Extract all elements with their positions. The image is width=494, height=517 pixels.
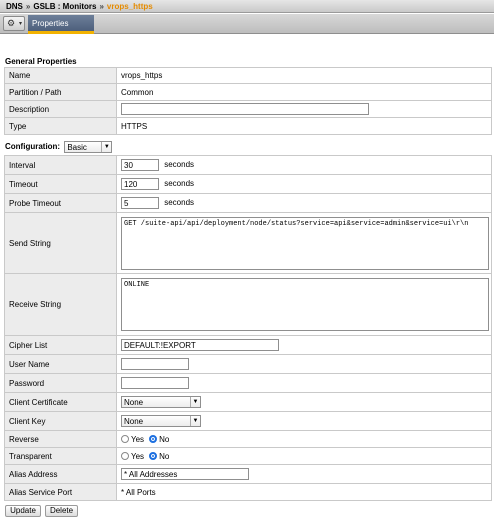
- update-button[interactable]: Update: [5, 505, 41, 517]
- timeout-label: Timeout: [4, 174, 117, 194]
- partition-value: Common: [116, 83, 492, 101]
- probe-timeout-unit: seconds: [164, 198, 195, 208]
- delete-button[interactable]: Delete: [45, 505, 78, 517]
- table-row: Client Certificate None ▼: [4, 392, 492, 412]
- alias-service-port-value: * All Ports: [116, 483, 492, 501]
- transparent-yes-radio[interactable]: [121, 452, 129, 461]
- configuration-table: Interval seconds Timeout seconds Probe T…: [4, 155, 492, 501]
- description-label: Description: [4, 100, 117, 118]
- tab-properties[interactable]: Properties: [28, 15, 94, 34]
- interval-unit: seconds: [164, 160, 195, 170]
- general-properties-table: Name vrops_https Partition / Path Common…: [4, 67, 492, 135]
- breadcrumb-gslb-monitors[interactable]: GSLB : Monitors: [33, 2, 96, 11]
- send-string-label: Send String: [4, 212, 117, 274]
- receive-string-textarea[interactable]: [121, 278, 489, 331]
- reverse-no-label: No: [159, 434, 170, 444]
- interval-label: Interval: [4, 155, 117, 175]
- transparent-no-radio[interactable]: [149, 452, 158, 461]
- tab-strip: ⚙ ▾ Properties: [0, 14, 494, 34]
- table-row: Client Key None ▼: [4, 411, 492, 431]
- reverse-yes-label: Yes: [131, 434, 145, 444]
- client-key-select[interactable]: None ▼: [121, 415, 201, 427]
- table-row: Probe Timeout seconds: [4, 193, 492, 213]
- chevron-down-icon: ▾: [18, 21, 22, 27]
- transparent-yes-label: Yes: [131, 451, 145, 461]
- user-name-input[interactable]: [121, 358, 189, 370]
- breadcrumb-dns[interactable]: DNS: [6, 2, 23, 11]
- cipher-list-label: Cipher List: [4, 335, 117, 355]
- reverse-no-radio[interactable]: [149, 435, 158, 444]
- name-value: vrops_https: [116, 67, 492, 84]
- gear-menu-button[interactable]: ⚙ ▾: [3, 16, 25, 31]
- chevron-down-icon: ▼: [190, 416, 200, 426]
- reverse-yes-radio[interactable]: [121, 435, 129, 444]
- table-row: Password: [4, 373, 492, 393]
- type-value: HTTPS: [116, 117, 492, 135]
- gear-icon: ⚙: [7, 18, 16, 28]
- table-row: Timeout seconds: [4, 174, 492, 194]
- table-row: Description: [4, 100, 492, 118]
- alias-service-port-label: Alias Service Port: [4, 483, 117, 501]
- table-row: Cipher List: [4, 335, 492, 355]
- probe-timeout-input[interactable]: [121, 197, 159, 209]
- configuration-row: Configuration: Basic ▼: [5, 141, 113, 153]
- general-properties-heading: General Properties: [5, 57, 77, 66]
- transparent-label: Transparent: [4, 447, 117, 465]
- breadcrumb-current: vrops_https: [106, 2, 153, 11]
- alias-address-input[interactable]: [121, 468, 249, 480]
- table-row: Receive String: [4, 273, 492, 336]
- interval-input[interactable]: [121, 159, 159, 171]
- type-label: Type: [4, 117, 117, 135]
- table-row: Reverse Yes No: [4, 430, 492, 448]
- table-row: Send String: [4, 212, 492, 274]
- table-row: Transparent Yes No: [4, 447, 492, 465]
- client-certificate-label: Client Certificate: [4, 392, 117, 412]
- chevron-down-icon: ▼: [101, 142, 111, 152]
- receive-string-label: Receive String: [4, 273, 117, 336]
- partition-label: Partition / Path: [4, 83, 117, 101]
- description-input[interactable]: [121, 103, 369, 115]
- table-row: Alias Service Port * All Ports: [4, 483, 492, 501]
- name-label: Name: [4, 67, 117, 84]
- user-name-label: User Name: [4, 354, 117, 374]
- client-certificate-value: None: [124, 398, 144, 407]
- breadcrumb-separator-icon: »: [99, 2, 104, 11]
- timeout-unit: seconds: [164, 179, 195, 189]
- password-label: Password: [4, 373, 117, 393]
- reverse-label: Reverse: [4, 430, 117, 448]
- client-key-value: None: [124, 417, 144, 426]
- configuration-mode-value: Basic: [67, 143, 87, 152]
- table-row: Name vrops_https: [4, 67, 492, 84]
- transparent-no-label: No: [159, 451, 170, 461]
- table-row: User Name: [4, 354, 492, 374]
- table-row: Type HTTPS: [4, 117, 492, 135]
- table-row: Interval seconds: [4, 155, 492, 175]
- probe-timeout-label: Probe Timeout: [4, 193, 117, 213]
- cipher-list-input[interactable]: [121, 339, 279, 351]
- alias-address-label: Alias Address: [4, 464, 117, 484]
- send-string-textarea[interactable]: [121, 216, 489, 270]
- configuration-mode-select[interactable]: Basic ▼: [64, 141, 113, 153]
- table-row: Partition / Path Common: [4, 83, 492, 101]
- breadcrumb-separator-icon: »: [25, 2, 31, 11]
- breadcrumb: DNS» GSLB : Monitors» vrops_https: [0, 0, 494, 13]
- configuration-label: Configuration:: [5, 142, 61, 152]
- chevron-down-icon: ▼: [190, 397, 200, 407]
- client-key-label: Client Key: [4, 411, 117, 431]
- table-row: Alias Address: [4, 464, 492, 484]
- client-certificate-select[interactable]: None ▼: [121, 396, 201, 408]
- timeout-input[interactable]: [121, 178, 159, 190]
- password-input[interactable]: [121, 377, 189, 389]
